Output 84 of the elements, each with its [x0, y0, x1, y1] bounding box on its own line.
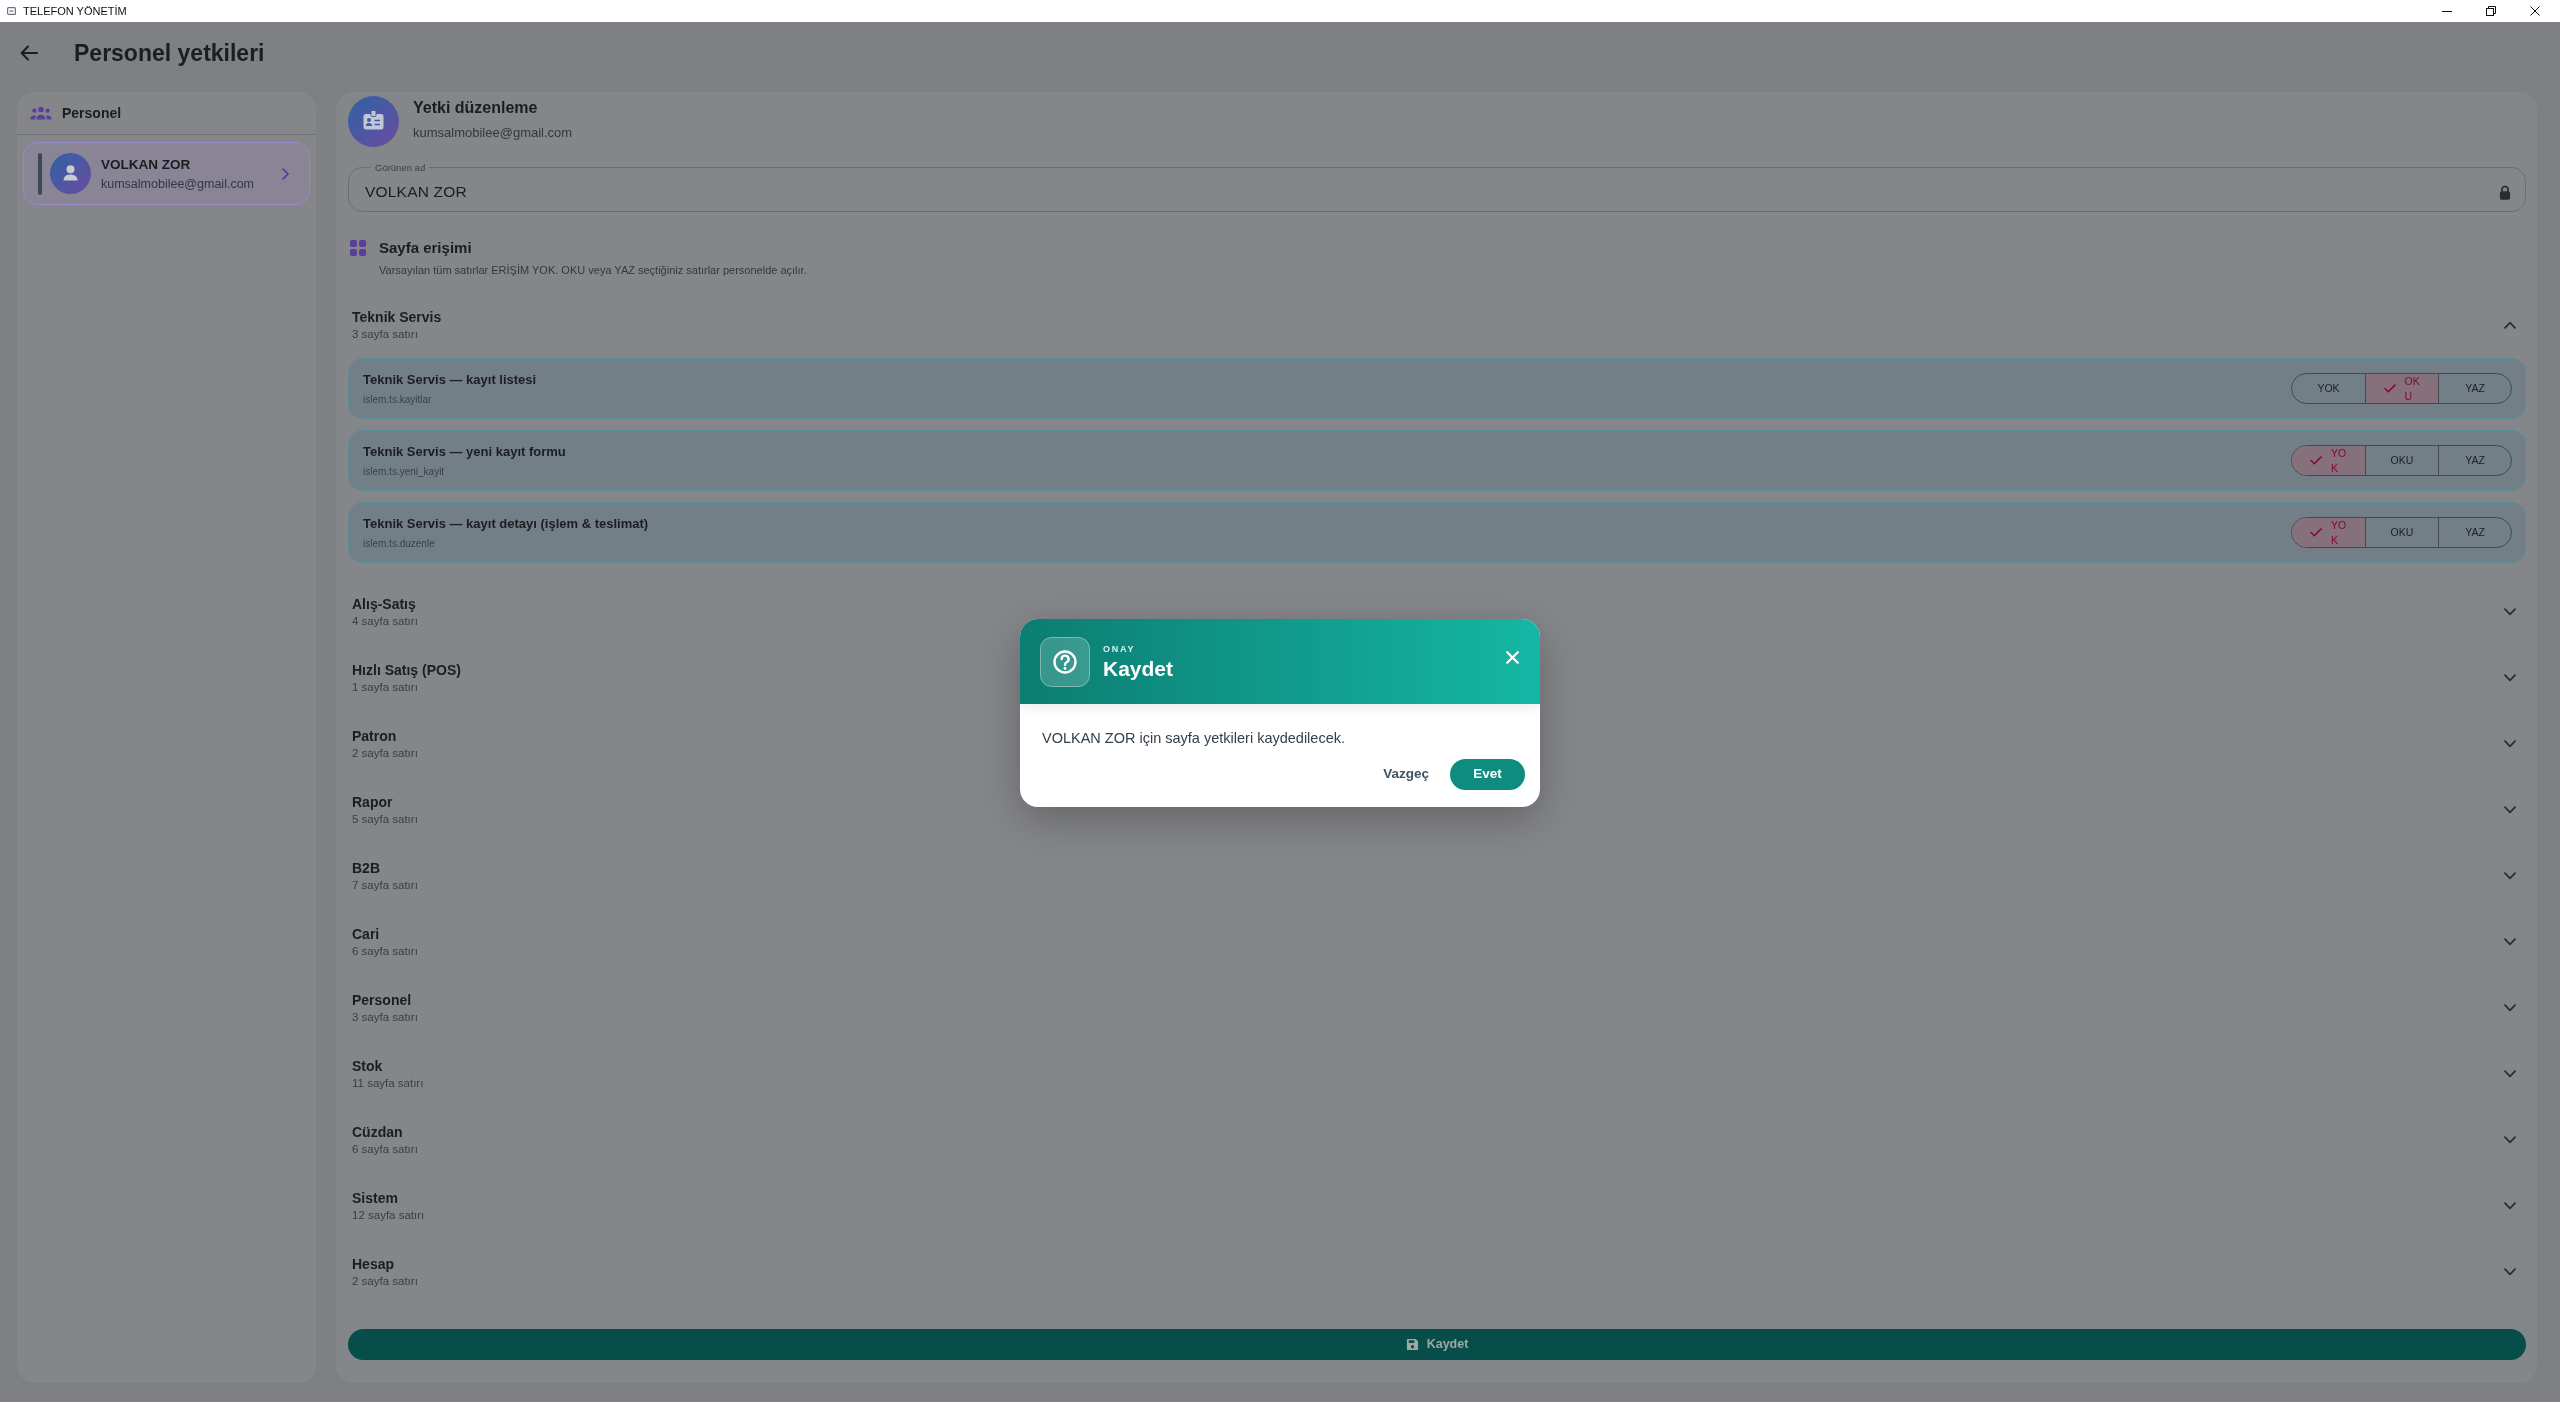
access-option[interactable]: YOK [2292, 374, 2365, 403]
group-title: Personel [352, 991, 412, 1010]
check-icon [2383, 384, 2396, 393]
people-icon [30, 106, 52, 120]
access-option[interactable]: OKU [2365, 446, 2438, 475]
display-name-field[interactable]: Görünen ad VOLKAN ZOR [348, 162, 2526, 212]
save-button[interactable]: Kaydet [348, 1329, 2526, 1360]
group-count: 12 sayfa satırı [352, 1208, 425, 1223]
personnel-name: VOLKAN ZOR [101, 155, 192, 173]
group-title: B2B [352, 859, 380, 878]
group-count: 4 sayfa satırı [352, 614, 418, 629]
group-title: Alış-Satış [352, 595, 416, 614]
chevron-down-icon[interactable] [2504, 806, 2516, 814]
group-count: 7 sayfa satırı [352, 878, 418, 893]
group-title: Patron [352, 727, 397, 746]
group-title: Sistem [352, 1189, 398, 1208]
editor-email: kumsalmobilee@gmail.com [413, 125, 573, 141]
section-description: Varsayılan tüm satırlar ERİŞİM YOK. OKU veya YAZ seçtiğiniz satırlar personelde açılır. [379, 263, 807, 277]
group-title: Cüzdan [352, 1123, 403, 1142]
sidebar-title: Personel [62, 104, 122, 122]
page-title: Personel yetkileri [74, 39, 265, 67]
chevron-down-icon[interactable] [2504, 1070, 2516, 1078]
avatar-icon [50, 153, 91, 194]
dialog-title: Kaydet [1103, 656, 1174, 681]
group-count: 2 sayfa satırı [352, 746, 418, 761]
group-title: Teknik Servis [352, 308, 442, 327]
access-option[interactable]: YOK [2292, 446, 2365, 475]
access-option[interactable]: YOK [2292, 518, 2365, 547]
permission-title: Teknik Servis — kayıt detayı (işlem & teslimat) [363, 515, 649, 533]
chevron-down-icon[interactable] [2504, 1136, 2516, 1144]
dialog-eyebrow: ONAY [1103, 642, 1136, 655]
access-option[interactable]: OKU [2365, 518, 2438, 547]
personnel-list-item[interactable]: VOLKAN ZOR kumsalmobilee@gmail.com [23, 142, 310, 205]
cancel-button[interactable]: Vazgeç [1381, 758, 1431, 791]
app-icon [7, 7, 16, 15]
chevron-down-icon[interactable] [2504, 938, 2516, 946]
confirm-button[interactable]: Evet [1450, 758, 1525, 790]
access-option[interactable]: YAZ [2438, 518, 2511, 547]
question-icon [1040, 636, 1090, 687]
group-count: 11 sayfa satırı [352, 1076, 424, 1091]
chevron-down-icon[interactable] [2504, 674, 2516, 682]
chevron-down-icon[interactable] [2504, 1004, 2516, 1012]
group-title: Stok [352, 1057, 383, 1076]
field-label: Görünen ad [374, 162, 427, 173]
group-count: 5 sayfa satırı [352, 812, 418, 827]
left-arrow-icon[interactable] [20, 45, 38, 61]
permission-key: islem.ts.yeni_kayit [363, 465, 445, 478]
permission-key: islem.ts.kayitlar [363, 393, 432, 406]
chevron-up-icon[interactable] [2504, 321, 2516, 329]
grid-icon [350, 240, 366, 256]
chevron-down-icon[interactable] [2504, 740, 2516, 748]
group-count: 6 sayfa satırı [352, 944, 418, 959]
chevron-right-icon [282, 167, 289, 180]
chevron-down-icon[interactable] [2504, 1268, 2516, 1276]
access-option[interactable]: YAZ [2438, 374, 2511, 403]
chevron-down-icon[interactable] [2504, 608, 2516, 616]
check-icon [2310, 528, 2322, 537]
window-title: TELEFON YÖNETİM [23, 4, 127, 19]
selection-bar [38, 152, 42, 195]
restore-icon[interactable] [2486, 6, 2496, 16]
check-icon [2310, 456, 2322, 465]
id-badge-icon [348, 96, 399, 147]
personnel-email: kumsalmobilee@gmail.com [101, 175, 255, 192]
group-count: 1 sayfa satırı [352, 680, 418, 695]
permission-title: Teknik Servis — kayıt listesi [363, 371, 537, 389]
permission-key: islem.ts.duzenle [363, 537, 435, 550]
group-title: Hesap [352, 1255, 395, 1274]
minimize-icon[interactable] [2442, 10, 2452, 12]
group-count: 6 sayfa satırı [352, 1142, 418, 1157]
group-count: 2 sayfa satırı [352, 1274, 418, 1289]
permission-title: Teknik Servis — yeni kayıt formu [363, 443, 566, 461]
access-option[interactable]: OKU [2365, 374, 2438, 403]
group-title: Rapor [352, 793, 393, 812]
group-title: Cari [352, 925, 380, 944]
chevron-down-icon[interactable] [2504, 872, 2516, 880]
editor-title: Yetki düzenleme [413, 98, 539, 118]
group-title: Hızlı Satış (POS) [352, 661, 461, 680]
chevron-down-icon[interactable] [2504, 1202, 2516, 1210]
section-title: Sayfa erişimi [379, 238, 472, 258]
group-count: 3 sayfa satırı [352, 1010, 418, 1025]
group-count: 3 sayfa satırı [352, 327, 418, 342]
access-option[interactable]: YAZ [2438, 446, 2511, 475]
dialog-message: VOLKAN ZOR için sayfa yetkileri kaydedilecek. [1042, 729, 1345, 747]
close-icon[interactable] [2530, 6, 2540, 16]
